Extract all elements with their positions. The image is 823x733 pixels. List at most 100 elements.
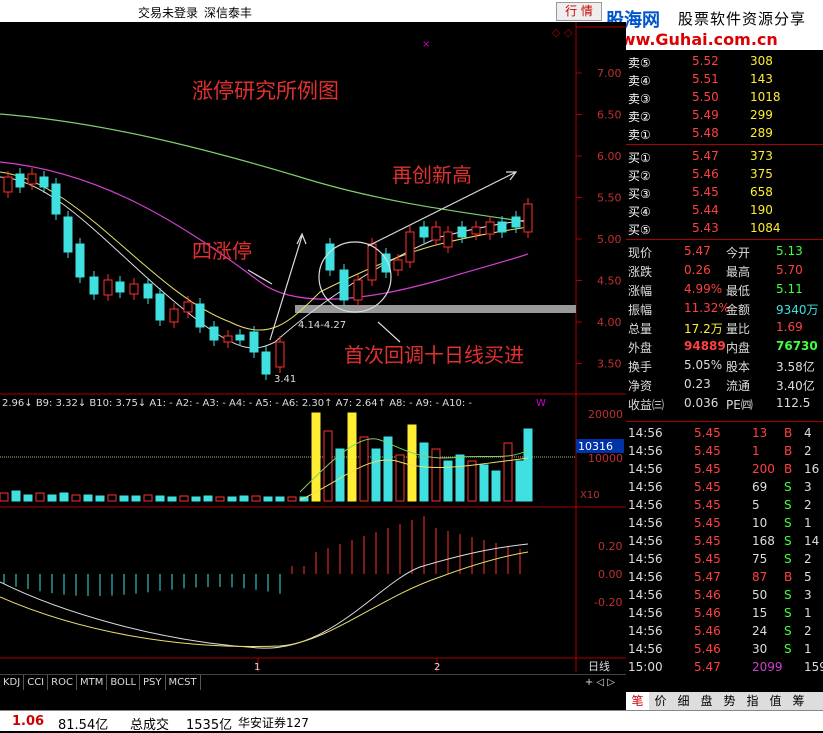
volume-bar bbox=[35, 492, 45, 502]
tick-count: 16 bbox=[804, 462, 820, 476]
quote-label: 总量 bbox=[628, 322, 653, 336]
bid-row: 买⑤ 5.43 1084 bbox=[626, 219, 823, 237]
vol-value: 10316 bbox=[578, 440, 613, 453]
tick-price: 5.45 bbox=[694, 426, 721, 440]
rtab-6[interactable]: 值 bbox=[764, 692, 787, 710]
tick-row: 14:56 5.45 69 S 3 bbox=[626, 478, 823, 496]
candle bbox=[485, 221, 495, 235]
tick-price: 5.46 bbox=[694, 606, 721, 620]
indicator-tabs: KDJ CCI ROC MTM BOLL PSY MCST + ◁ ▷ bbox=[0, 674, 626, 693]
tick-volume: 30 bbox=[752, 642, 768, 656]
volume-bar bbox=[83, 494, 93, 502]
logo-url: www.Guhai.com.cn bbox=[606, 30, 778, 49]
tick-count: 2 bbox=[804, 624, 812, 638]
rtab-4[interactable]: 势 bbox=[718, 692, 741, 710]
tick-time: 15:00 bbox=[628, 660, 663, 674]
low-price-label: 3.41 bbox=[274, 374, 296, 385]
tick-time: 14:56 bbox=[628, 534, 663, 548]
tick-row: 14:56 5.45 13 B 4 bbox=[626, 424, 823, 442]
tick-volume: 200 bbox=[752, 462, 775, 476]
rtab-5[interactable]: 指 bbox=[741, 692, 764, 710]
quote-label: 净资 bbox=[628, 379, 653, 393]
scroll-controls[interactable]: + ◁ ▷ bbox=[582, 675, 618, 690]
tab-psy[interactable]: PSY bbox=[140, 675, 166, 690]
tick-row: 14:56 5.46 30 S 1 bbox=[626, 640, 823, 658]
bid-row: 买② 5.46 375 bbox=[626, 165, 823, 183]
chart-corner-icon[interactable]: ◇ ◇ bbox=[552, 26, 573, 39]
candle bbox=[325, 243, 335, 271]
tick-time: 14:56 bbox=[628, 588, 663, 602]
rtab-7[interactable]: 筹 bbox=[787, 692, 810, 710]
tab-kdj[interactable]: KDJ bbox=[0, 675, 25, 690]
quote-value-2: 3.58亿 bbox=[776, 360, 815, 374]
quote-row: 净资 0.23 流通 3.40亿 bbox=[626, 375, 823, 393]
status-amount: 81.54亿 bbox=[58, 718, 109, 733]
bid-volume: 373 bbox=[750, 149, 773, 163]
status-change: 1.06 bbox=[12, 714, 45, 729]
tab-mcst[interactable]: MCST bbox=[166, 675, 201, 690]
quote-label-2: 流通 bbox=[726, 379, 751, 393]
price-tick: 6.50 bbox=[597, 109, 622, 122]
tick-side: S bbox=[784, 516, 792, 530]
ask-volume: 143 bbox=[750, 72, 773, 86]
volume-bar bbox=[179, 495, 189, 502]
candle bbox=[15, 173, 25, 188]
tick-volume: 1 bbox=[752, 444, 760, 458]
quote-value: 5.47 bbox=[684, 244, 711, 258]
quote-row: 外盘 94889 内盘 76730 bbox=[626, 337, 823, 355]
volume-bar bbox=[227, 496, 237, 502]
bid-row: 买③ 5.45 658 bbox=[626, 183, 823, 201]
rtab-2[interactable]: 细 bbox=[672, 692, 695, 710]
candle bbox=[27, 173, 37, 185]
ask-price: 5.50 bbox=[692, 90, 719, 104]
tick-side: B bbox=[784, 462, 793, 476]
tick-price: 5.45 bbox=[694, 534, 721, 548]
candle bbox=[195, 303, 205, 328]
bid-label: 买① bbox=[628, 151, 651, 165]
candle bbox=[143, 283, 153, 299]
tick-row: 14:56 5.45 5 S 2 bbox=[626, 496, 823, 514]
candle bbox=[405, 231, 415, 263]
volume-bar bbox=[503, 442, 513, 502]
volume-bar bbox=[215, 496, 225, 502]
chart-marker: × bbox=[422, 39, 430, 50]
tick-count: 2 bbox=[804, 444, 812, 458]
bid-row: 买④ 5.44 190 bbox=[626, 201, 823, 219]
ask-label: 卖③ bbox=[628, 92, 651, 106]
quote-tab-button[interactable]: 行 情 bbox=[556, 2, 602, 21]
volume-bar bbox=[311, 412, 321, 502]
quote-label-2: 内盘 bbox=[726, 341, 751, 355]
tick-count: 1 bbox=[804, 516, 812, 530]
volume-bar bbox=[359, 436, 369, 502]
rtab-0[interactable]: 笔 bbox=[626, 692, 649, 710]
macd-bars bbox=[3, 516, 521, 597]
tab-cci[interactable]: CCI bbox=[24, 675, 49, 690]
tick-price: 5.46 bbox=[694, 642, 721, 656]
volume-bar bbox=[23, 494, 33, 502]
candle bbox=[103, 279, 113, 296]
price-axis: 7.00 6.50 6.00 5.50 5.00 4.50 4.00 3.50 bbox=[576, 67, 622, 371]
volume-bar bbox=[419, 442, 429, 502]
tick-volume: 75 bbox=[752, 552, 768, 566]
candle bbox=[497, 221, 507, 233]
price-tick: 5.00 bbox=[597, 233, 622, 246]
ask-row: 卖① 5.48 289 bbox=[626, 124, 823, 142]
chart-area[interactable]: ◇ ◇ × 7.00 6.50 6.00 5.50 5.00 4.50 4.00 3.50 涨… bbox=[0, 22, 626, 678]
tab-roc[interactable]: ROC bbox=[48, 675, 77, 690]
tick-time: 14:56 bbox=[628, 624, 663, 638]
period-label[interactable]: 日线 bbox=[588, 659, 610, 673]
tick-side: S bbox=[784, 552, 792, 566]
tab-mtm[interactable]: MTM bbox=[77, 675, 108, 690]
rtab-3[interactable]: 盘 bbox=[695, 692, 718, 710]
quote-row: 收益㈢ 0.036 PE㈣ 112.5 bbox=[626, 394, 823, 412]
candle bbox=[155, 293, 165, 321]
quote-value: 11.32% bbox=[684, 301, 730, 315]
tick-price: 5.45 bbox=[694, 516, 721, 530]
tick-count: 3 bbox=[804, 480, 812, 494]
rtab-1[interactable]: 价 bbox=[649, 692, 672, 710]
candle bbox=[261, 351, 271, 375]
quote-value: 0.26 bbox=[684, 263, 711, 277]
tab-boll[interactable]: BOLL bbox=[107, 675, 141, 690]
kline-chart-svg[interactable]: ◇ ◇ × 7.00 6.50 6.00 5.50 5.00 4.50 4.00 3.50 涨… bbox=[0, 22, 626, 678]
right-panel-tabs: 笔价细盘势指值筹 bbox=[626, 692, 823, 710]
